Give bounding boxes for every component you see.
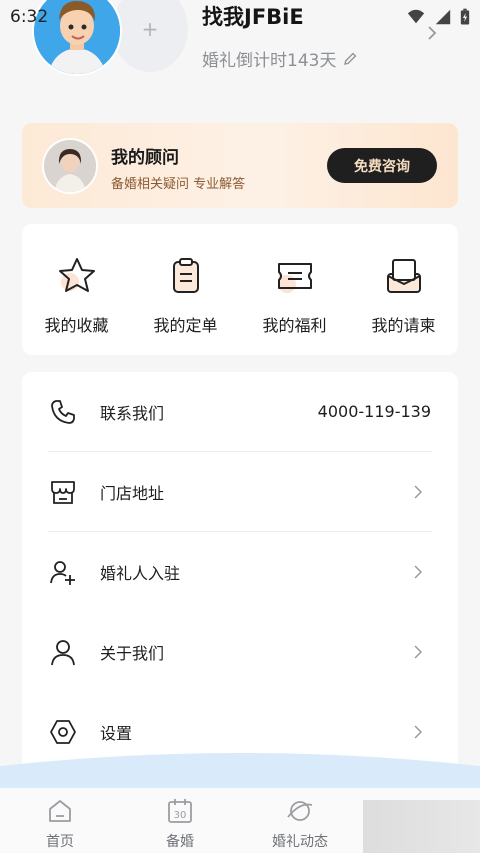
countdown-text: 婚礼倒计时143天 <box>202 51 337 71</box>
advisor-photo <box>44 140 96 192</box>
advisor-subtitle: 备婚相关疑问 专业解答 <box>111 177 246 192</box>
chevron-right-icon <box>414 565 422 579</box>
nav-tab-wedding-prep[interactable]: 30 备婚 <box>130 796 230 851</box>
planet-icon <box>287 801 313 821</box>
calendar-icon: 30 <box>168 799 192 823</box>
chevron-right-icon <box>414 645 422 659</box>
quick-action-favorites[interactable]: 我的收藏 <box>22 254 131 344</box>
menu-item-label: 设置 <box>100 724 133 743</box>
nav-tab-wedding-feed[interactable]: 婚礼动态 <box>250 796 350 851</box>
quick-action-label: 我的收藏 <box>44 316 109 335</box>
status-bar: 6:32 <box>0 0 480 34</box>
nav-label: 备婚 <box>166 834 194 850</box>
add-user-icon <box>50 561 75 585</box>
person-icon <box>51 640 75 666</box>
star-icon <box>58 258 95 292</box>
menu-item-label: 联系我们 <box>100 404 165 423</box>
nav-label: 首页 <box>46 834 74 850</box>
menu-item-label: 关于我们 <box>100 644 165 663</box>
store-icon <box>51 481 75 504</box>
menu-item-about[interactable]: 关于我们 <box>22 612 458 692</box>
calendar-day-text: 30 <box>174 810 187 821</box>
free-consult-button[interactable]: 免费咨询 <box>327 148 437 183</box>
invitation-icon <box>386 259 421 293</box>
advisor-title: 我的顾问 <box>111 148 179 168</box>
chevron-right-icon <box>414 485 422 499</box>
quick-action-label: 我的定单 <box>153 316 218 335</box>
clipboard-icon <box>172 258 199 293</box>
nav-label: 婚礼动态 <box>272 834 328 850</box>
menu-item-label: 门店地址 <box>100 484 165 503</box>
quick-action-label: 我的福利 <box>262 316 327 335</box>
menu-item-label: 婚礼人入驻 <box>100 564 181 583</box>
signal-icon <box>435 9 451 25</box>
contact-phone-number[interactable]: 4000-119-139 <box>318 402 431 421</box>
settings-icon <box>50 720 76 744</box>
menu-item-contact[interactable]: 联系我们 4000-119-139 <box>22 372 458 452</box>
quick-action-invitations[interactable]: 我的请柬 <box>349 254 458 344</box>
advisor-card[interactable]: 我的顾问 备婚相关疑问 专业解答 免费咨询 <box>22 123 458 208</box>
menu-item-store-address[interactable]: 门店地址 <box>22 452 458 532</box>
quick-action-benefits[interactable]: 我的福利 <box>240 254 349 344</box>
quick-action-orders[interactable]: 我的定单 <box>131 254 240 344</box>
menu-card: 联系我们 4000-119-139 门店地址 婚礼人入驻 关于我们 设置 <box>22 372 458 792</box>
chevron-right-icon <box>414 725 422 739</box>
obscured-region <box>363 800 480 853</box>
status-time: 6:32 <box>10 7 49 27</box>
quick-actions-card: 我的收藏 我的定单 我的福利 我的请柬 <box>22 224 458 355</box>
wedding-countdown[interactable]: 婚礼倒计时143天 <box>202 46 358 71</box>
quick-action-label: 我的请柬 <box>371 316 436 335</box>
home-icon <box>49 800 71 822</box>
phone-icon <box>51 400 75 424</box>
edit-pencil-icon[interactable] <box>342 51 358 67</box>
nav-tab-home[interactable]: 首页 <box>10 796 110 851</box>
wifi-icon <box>407 9 425 24</box>
menu-item-vendor-join[interactable]: 婚礼人入驻 <box>22 532 458 612</box>
ticket-icon <box>277 263 312 293</box>
battery-icon <box>460 8 470 25</box>
